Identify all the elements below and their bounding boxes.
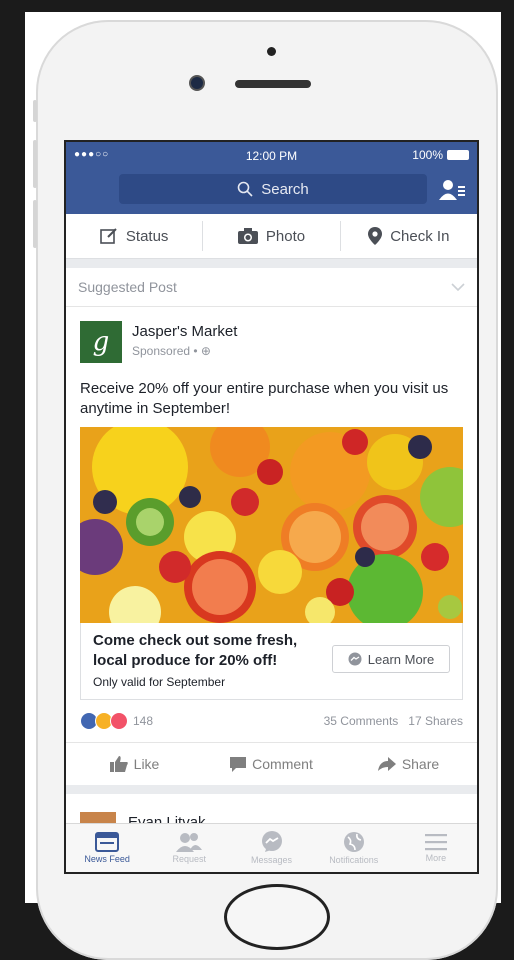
ad-description: Only valid for September xyxy=(93,675,226,689)
tab-news-feed-label: News Feed xyxy=(84,854,130,864)
page-name[interactable]: Jasper's Market xyxy=(132,323,237,340)
photo-label: Photo xyxy=(265,227,306,245)
suggested-post-header: Suggested Post xyxy=(66,268,477,307)
mute-switch xyxy=(33,100,37,122)
battery-icon xyxy=(447,150,469,160)
learn-more-label: Learn More xyxy=(367,651,435,667)
suggested-post-label: Suggested Post xyxy=(78,279,177,295)
tab-request[interactable]: Request xyxy=(148,824,230,872)
comment-label: Comment xyxy=(252,756,313,772)
photo-button[interactable]: Photo xyxy=(202,221,339,251)
tab-notifications-label: Notifications xyxy=(329,855,379,865)
shares-count[interactable]: 17 Shares xyxy=(408,714,463,728)
search-input[interactable]: Search xyxy=(119,174,427,204)
share-label: Share xyxy=(401,756,440,772)
messenger-icon xyxy=(348,652,362,666)
battery-status: 100% xyxy=(412,148,469,162)
status-button[interactable]: Status xyxy=(66,221,202,251)
comments-count[interactable]: 35 Comments xyxy=(324,714,399,728)
friends-list-icon[interactable] xyxy=(439,179,465,201)
search-header: Search xyxy=(66,170,477,214)
proximity-sensor xyxy=(267,47,276,56)
location-pin-icon xyxy=(368,227,383,245)
tab-messages-label: Messages xyxy=(250,855,293,865)
love-reaction-icon xyxy=(110,712,128,730)
edit-icon xyxy=(100,228,117,244)
sponsored-label: Sponsored • ⊕ xyxy=(132,344,211,358)
messages-icon xyxy=(261,831,282,852)
post-stats: 148 35 Comments 17 Shares xyxy=(66,700,477,743)
like-button[interactable]: Like xyxy=(66,756,203,772)
ad-headline: Come check out some fresh, local produce… xyxy=(93,632,298,669)
learn-more-button[interactable]: Learn More xyxy=(332,645,450,673)
share-arrow-icon xyxy=(377,757,396,771)
post-actions: Like Comment Share xyxy=(66,743,477,785)
menu-icon xyxy=(424,834,447,851)
tab-more-label: More xyxy=(425,853,447,863)
tab-messages[interactable]: Messages xyxy=(230,824,312,872)
search-placeholder: Search xyxy=(261,180,309,198)
suggested-post-card: Suggested Post g Jasper's Market Sponsor… xyxy=(66,268,477,785)
tab-request-label: Request xyxy=(172,854,207,864)
post-text: Receive 20% off your entire purchase whe… xyxy=(80,380,449,417)
like-label: Like xyxy=(133,756,160,772)
fruit-photo xyxy=(80,427,463,623)
battery-percent: 100% xyxy=(412,148,443,162)
avatar-logo-letter: g xyxy=(92,327,110,357)
earpiece-speaker xyxy=(235,80,311,88)
camera-icon xyxy=(237,228,258,244)
bottom-tab-bar: News Feed Request Messages Notifications… xyxy=(66,823,477,872)
check-in-label: Check In xyxy=(390,227,450,245)
thumbs-up-icon xyxy=(109,756,128,772)
status-bar: ●●●○○ 12:00 PM 100% xyxy=(66,142,477,170)
tab-more[interactable]: More xyxy=(395,824,477,872)
globe-icon xyxy=(343,832,364,852)
home-button[interactable] xyxy=(224,884,330,950)
share-button[interactable]: Share xyxy=(340,756,477,772)
reaction-count: 148 xyxy=(133,714,154,728)
search-icon xyxy=(237,181,253,197)
post-header: g Jasper's Market Sponsored • ⊕ xyxy=(66,307,477,367)
fruit-ad-image[interactable] xyxy=(80,427,463,623)
front-camera xyxy=(191,77,203,89)
volume-up-button xyxy=(33,140,37,188)
status-label: Status xyxy=(125,227,169,245)
phone-screen: ●●●○○ 12:00 PM 100% Search Status Photo … xyxy=(64,140,479,874)
ad-call-to-action[interactable]: Come check out some fresh, local produce… xyxy=(80,623,463,700)
chevron-down-icon[interactable] xyxy=(451,283,465,291)
news-feed-icon xyxy=(95,832,120,852)
comment-button[interactable]: Comment xyxy=(203,756,340,772)
reaction-summary[interactable]: 148 xyxy=(80,712,153,730)
volume-down-button xyxy=(33,200,37,248)
friend-request-icon xyxy=(176,833,203,852)
check-in-button[interactable]: Check In xyxy=(339,221,477,251)
page-avatar[interactable]: g xyxy=(80,321,122,363)
tab-notifications[interactable]: Notifications xyxy=(313,824,395,872)
composer-bar: Status Photo Check In xyxy=(66,214,477,259)
tab-news-feed[interactable]: News Feed xyxy=(66,824,148,872)
comment-icon xyxy=(230,756,247,772)
